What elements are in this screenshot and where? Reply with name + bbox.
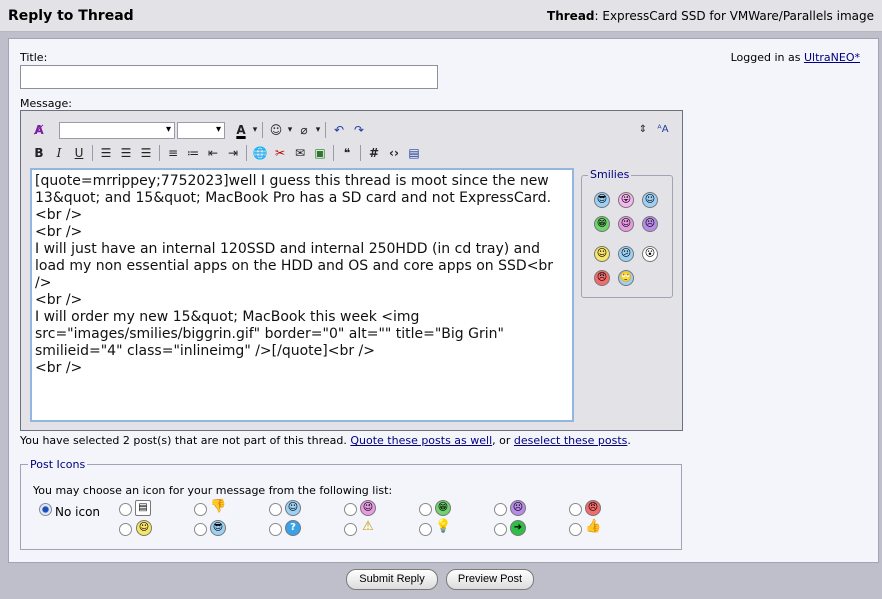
confused-smilie-icon[interactable]: 😕 <box>618 246 634 262</box>
remove-link-icon[interactable]: ✂ <box>270 143 290 163</box>
insert-image-icon[interactable]: ▣ <box>310 143 330 163</box>
logged-in-info: Logged in as UltraNEO* <box>730 51 860 64</box>
post-lightbulb-icon: 💡 <box>435 519 452 534</box>
post-icon-radio-2[interactable] <box>119 523 132 536</box>
smilies-box: Smilies 😎 😜 ☺ 😁 😉 ☹ ☺ 😕 😮 😠 🙄 <box>581 168 673 298</box>
submit-reply-button[interactable]: Submit Reply <box>346 569 438 590</box>
cool-smilie-icon[interactable]: 😎 <box>594 192 610 208</box>
italic-icon[interactable]: I <box>49 143 69 163</box>
post-sad-icon: ☹ <box>510 500 526 516</box>
post-icon-radio-1[interactable] <box>119 503 132 516</box>
tongue-smilie-icon[interactable]: 😜 <box>618 192 634 208</box>
remove-format-icon[interactable]: A̸ <box>29 120 49 140</box>
smilies-label: Smilies <box>588 168 632 181</box>
post-thumbs-down-icon: 👎 <box>210 499 227 514</box>
redface-smilie-icon[interactable]: ☺ <box>594 246 610 262</box>
no-icon-label: No icon <box>55 505 101 519</box>
post-smile-icon: ☺ <box>136 520 152 536</box>
thread-info: Thread: ExpressCard SSD for VMWare/Paral… <box>547 9 874 23</box>
text-color-icon[interactable]: A <box>231 120 251 140</box>
post-document-icon: ▤ <box>135 500 151 516</box>
page-title: Reply to Thread <box>8 8 134 24</box>
redo-icon[interactable]: ↷ <box>349 120 369 140</box>
post-icon-radio-11[interactable] <box>494 503 507 516</box>
attachment-dropdown-icon[interactable]: ▾ <box>314 120 322 140</box>
html-icon[interactable]: ‹› <box>384 143 404 163</box>
thread-label: Thread <box>547 9 595 23</box>
underline-icon[interactable]: U <box>69 143 89 163</box>
frown-smilie-icon[interactable]: ☹ <box>642 216 658 232</box>
align-right-icon[interactable]: ☰ <box>136 143 156 163</box>
rolleyes-smilie-icon[interactable]: 🙄 <box>618 270 634 286</box>
deselect-posts-link[interactable]: deselect these posts <box>514 434 627 447</box>
unordered-list-icon[interactable]: ≔ <box>183 143 203 163</box>
username-link[interactable]: UltraNEO* <box>804 51 860 64</box>
post-icon-radio-9[interactable] <box>419 503 432 516</box>
page-header: Reply to Thread Thread: ExpressCard SSD … <box>0 0 882 32</box>
title-label: Title: <box>20 51 48 64</box>
insert-link-icon[interactable]: 🌐 <box>250 143 270 163</box>
post-grin-icon: 😁 <box>435 500 451 516</box>
thread-title: ExpressCard SSD for VMWare/Parallels ima… <box>602 9 874 23</box>
post-icons-legend: Post Icons <box>28 458 88 471</box>
size-select[interactable] <box>177 122 225 139</box>
post-question-icon: ? <box>285 520 301 536</box>
post-icon-radio-3[interactable] <box>194 503 207 516</box>
post-warning-icon: ⚠ <box>362 519 374 534</box>
php-icon[interactable]: ▤ <box>404 143 424 163</box>
post-thumbs-up-icon: 👍 <box>585 519 602 534</box>
smilie-icon[interactable]: ☺ <box>266 120 286 140</box>
quote-posts-link[interactable]: Quote these posts as well <box>350 434 492 447</box>
no-icon-radio[interactable] <box>39 503 52 516</box>
align-left-icon[interactable]: ☰ <box>96 143 116 163</box>
toolbar-row-2: B I U ☰ ☰ ☰ ≡ ≔ ⇤ ⇥ 🌐 ✂ ✉ ▣ ❝ # ‹› ▤ <box>29 143 424 163</box>
title-input[interactable] <box>20 65 438 89</box>
biggrin-smilie-icon[interactable]: 😁 <box>594 216 610 232</box>
bold-icon[interactable]: B <box>29 143 49 163</box>
post-icon-radio-13[interactable] <box>569 503 582 516</box>
smilie-dropdown-icon[interactable]: ▾ <box>286 120 294 140</box>
mad-smilie-icon[interactable]: 😠 <box>594 270 610 286</box>
ordered-list-icon[interactable]: ≡ <box>163 143 183 163</box>
form-buttons: Submit Reply Preview Post <box>0 569 882 591</box>
message-label: Message: <box>20 97 72 110</box>
switch-mode-icon[interactable]: ᴬA <box>653 120 673 140</box>
resize-icon[interactable]: ⇕ <box>633 120 653 140</box>
post-cool-icon: 😎 <box>210 520 226 536</box>
reply-form-panel: Title: Logged in as UltraNEO* Message: A… <box>8 38 879 563</box>
attachment-icon[interactable]: ⌀ <box>294 120 314 140</box>
font-select[interactable] <box>59 122 175 139</box>
outdent-icon[interactable]: ⇤ <box>203 143 223 163</box>
code-icon[interactable]: # <box>364 143 384 163</box>
post-icon-radio-8[interactable] <box>344 523 357 536</box>
post-icon-radio-4[interactable] <box>194 523 207 536</box>
post-icon-radio-12[interactable] <box>494 523 507 536</box>
post-icons-instruction: You may choose an icon for your message … <box>33 484 393 497</box>
wink-smilie-icon[interactable]: 😉 <box>618 216 634 232</box>
post-angry-icon: 😠 <box>585 500 601 516</box>
post-icon-radio-7[interactable] <box>344 503 357 516</box>
eek-smilie-icon[interactable]: 😮 <box>642 246 658 262</box>
align-center-icon[interactable]: ☰ <box>116 143 136 163</box>
preview-post-button[interactable]: Preview Post <box>446 569 534 590</box>
post-icon-radio-10[interactable] <box>419 523 432 536</box>
post-happy-icon: ☺ <box>285 500 301 516</box>
quote-icon[interactable]: ❝ <box>337 143 357 163</box>
selected-posts-notice: You have selected 2 post(s) that are not… <box>20 434 631 447</box>
toolbar-row-1: A̸ <box>29 120 49 140</box>
insert-email-icon[interactable]: ✉ <box>290 143 310 163</box>
post-icon-radio-6[interactable] <box>269 523 282 536</box>
smile-smilie-icon[interactable]: ☺ <box>642 192 658 208</box>
message-editor: A̸ A ▾ ☺ ▾ ⌀ ▾ ↶ ↷ ⇕ ᴬA B I U ☰ ☰ ☰ <box>20 110 683 431</box>
post-icon-radio-5[interactable] <box>269 503 282 516</box>
post-arrow-icon: ➜ <box>510 520 526 536</box>
message-textarea[interactable]: [quote=mrrippey;7752023]well I guess thi… <box>30 168 574 422</box>
post-wink-icon: 😉 <box>360 500 376 516</box>
apple-smilie-icon[interactable] <box>642 270 658 286</box>
indent-icon[interactable]: ⇥ <box>223 143 243 163</box>
text-color-dropdown-icon[interactable]: ▾ <box>251 120 259 140</box>
undo-icon[interactable]: ↶ <box>329 120 349 140</box>
post-icon-radio-14[interactable] <box>569 523 582 536</box>
